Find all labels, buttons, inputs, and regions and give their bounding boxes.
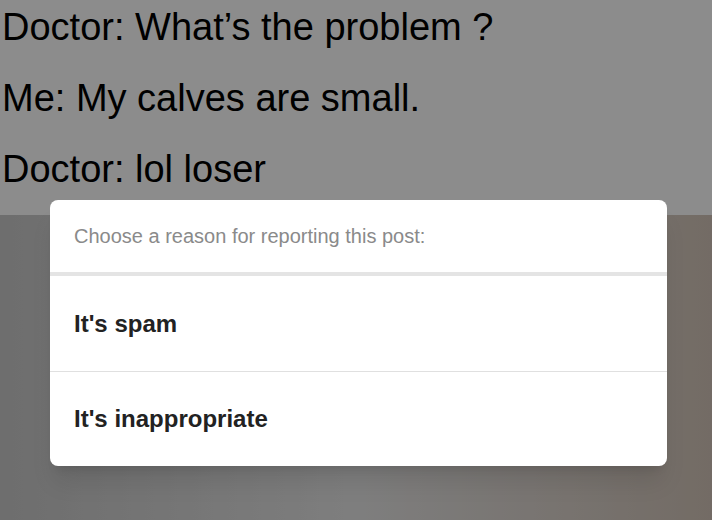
divider bbox=[50, 272, 667, 276]
report-dialog: Choose a reason for reporting this post:… bbox=[50, 200, 667, 466]
report-option[interactable]: It's inappropriate bbox=[50, 371, 667, 466]
dialog-title: Choose a reason for reporting this post: bbox=[50, 200, 667, 272]
report-option[interactable]: It's spam bbox=[50, 276, 667, 371]
screen: Doctor: What’s the problem ?Me: My calve… bbox=[0, 0, 712, 520]
